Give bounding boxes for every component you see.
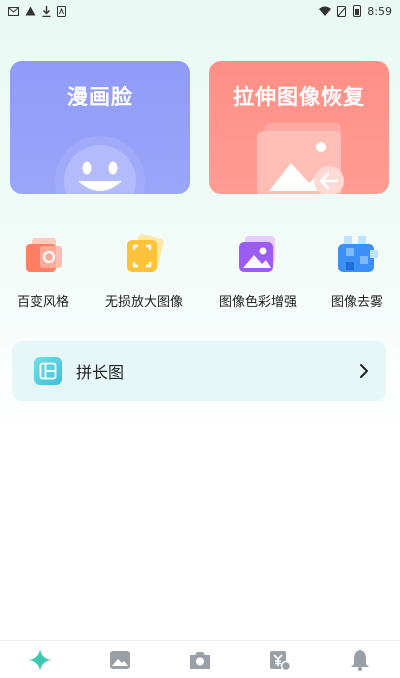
status-bar: 8:59 bbox=[0, 0, 400, 22]
card-title: 拉伸图像恢复 bbox=[233, 85, 365, 109]
manga-face-card[interactable]: 漫画脸 bbox=[10, 61, 190, 194]
notification-icons bbox=[8, 5, 66, 17]
photo-enhance-icon bbox=[239, 236, 275, 272]
camera-style-icon bbox=[26, 238, 62, 272]
tool-label: 图像色彩增强 bbox=[218, 295, 297, 310]
download-icon bbox=[42, 5, 51, 17]
warning-icon bbox=[25, 6, 36, 16]
system-icons: 8:59 bbox=[319, 5, 392, 18]
enlarge-frame-icon bbox=[127, 234, 164, 272]
no-sim-icon bbox=[337, 5, 347, 17]
camera-icon bbox=[190, 651, 210, 669]
battery-icon bbox=[353, 5, 362, 17]
tool-enlarge[interactable]: 无损放大图像 bbox=[96, 232, 192, 310]
bottom-nav bbox=[0, 640, 400, 678]
nav-home[interactable] bbox=[20, 641, 60, 678]
mosaic-dehaze-icon bbox=[338, 236, 378, 272]
nav-gallery[interactable] bbox=[100, 641, 140, 678]
clock: 8:59 bbox=[367, 4, 392, 18]
bell-icon bbox=[351, 649, 369, 671]
tool-style[interactable]: 百变风格 bbox=[10, 232, 76, 310]
stretch-restore-card[interactable]: 拉伸图像恢复 bbox=[209, 61, 389, 194]
collage-icon bbox=[34, 357, 62, 385]
card-title: 漫画脸 bbox=[67, 85, 133, 109]
tool-label: 百变风格 bbox=[16, 295, 69, 310]
tool-label: 图像去雾 bbox=[330, 295, 383, 310]
tool-color-enhance[interactable]: 图像色彩增强 bbox=[210, 232, 306, 310]
nav-coupon[interactable] bbox=[260, 641, 300, 678]
tool-label: 无损放大图像 bbox=[104, 295, 183, 310]
wifi-icon bbox=[319, 6, 332, 16]
nav-notifications[interactable] bbox=[340, 641, 380, 678]
tool-dehaze[interactable]: 图像去雾 bbox=[324, 232, 390, 310]
gallery-icon bbox=[110, 650, 130, 669]
long-image-label: 拼长图 bbox=[76, 363, 125, 382]
mail-icon bbox=[8, 6, 19, 16]
nav-camera[interactable] bbox=[180, 641, 220, 678]
chevron-right-icon bbox=[360, 364, 368, 378]
sparkle-icon bbox=[29, 648, 51, 671]
long-image-card[interactable]: 拼长图 bbox=[12, 341, 386, 401]
yen-coupon-icon bbox=[270, 650, 291, 671]
app-icon bbox=[57, 5, 66, 17]
